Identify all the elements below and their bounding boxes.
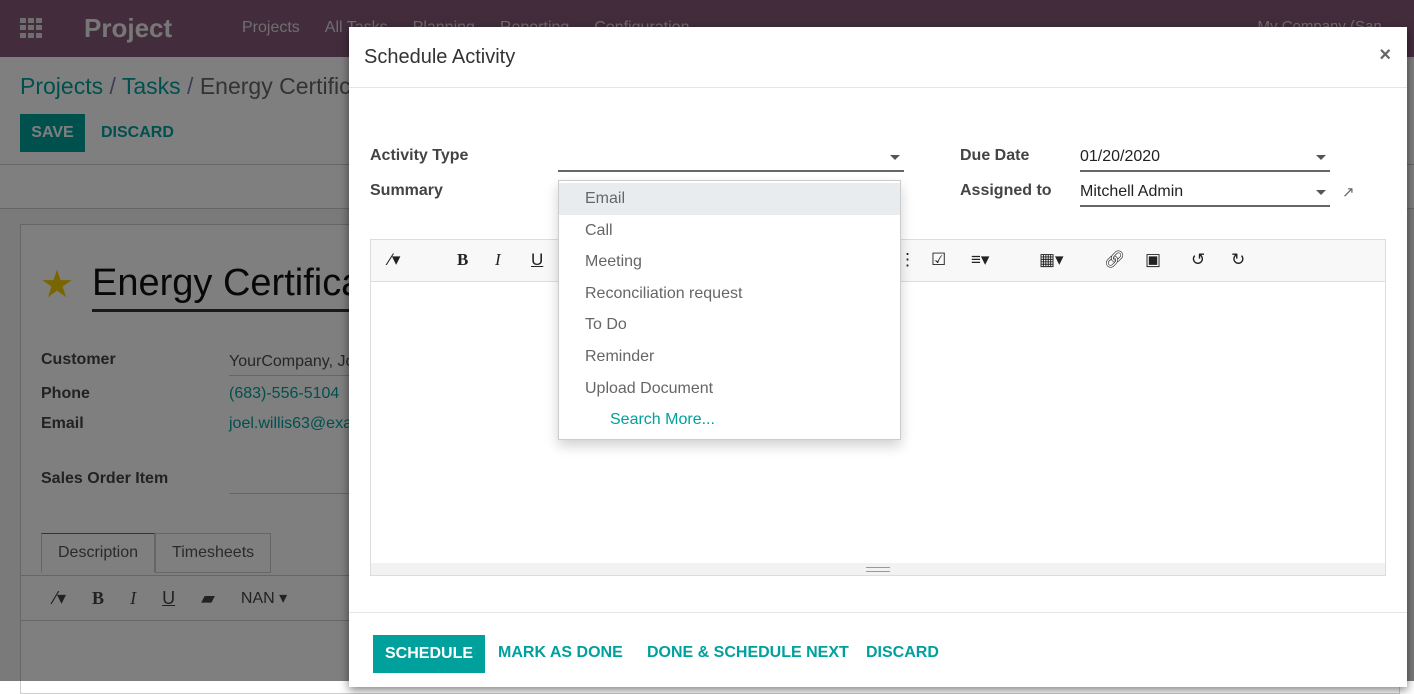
option-reminder[interactable]: Reminder [559, 341, 900, 373]
summary-label: Summary [370, 182, 443, 199]
option-email[interactable]: Email [559, 183, 900, 215]
redo-icon[interactable]: ↻ [1231, 250, 1245, 270]
align-icon[interactable]: ≡▾ [971, 250, 989, 270]
schedule-activity-dialog: Schedule Activity × Activity Type Summar… [349, 27, 1407, 687]
image-icon[interactable]: ▣ [1145, 250, 1161, 270]
dialog-title: Schedule Activity [349, 27, 1407, 88]
chevron-down-icon [1316, 190, 1326, 195]
dialog-footer: SCHEDULE MARK AS DONE DONE & SCHEDULE NE… [349, 612, 1407, 692]
assigned-to-label: Assigned to [960, 182, 1052, 199]
mark-as-done-button[interactable]: MARK AS DONE [498, 644, 623, 662]
link-icon[interactable]: 🔗︎ [1104, 250, 1126, 270]
underline-icon[interactable]: U [531, 250, 543, 270]
option-to-do[interactable]: To Do [559, 309, 900, 341]
assigned-to-select[interactable]: Mitchell Admin [1080, 181, 1330, 207]
checklist-icon[interactable]: ☑ [931, 250, 946, 270]
discard-dialog-button[interactable]: DISCARD [866, 644, 939, 662]
option-reconciliation-request[interactable]: Reconciliation request [559, 278, 900, 310]
resize-handle[interactable] [371, 563, 1385, 575]
external-link-icon[interactable]: ↗ [1342, 183, 1355, 201]
assigned-to-value: Mitchell Admin [1080, 183, 1184, 200]
table-icon[interactable]: ▦▾ [1039, 250, 1064, 270]
activity-type-dropdown: Email Call Meeting Reconciliation reques… [558, 180, 901, 440]
option-meeting[interactable]: Meeting [559, 246, 900, 278]
chevron-down-icon [1316, 155, 1326, 160]
option-call[interactable]: Call [559, 215, 900, 247]
option-upload-document[interactable]: Upload Document [559, 373, 900, 405]
magic-wand-icon[interactable]: ⁄▾ [389, 250, 400, 270]
italic-icon[interactable]: I [495, 250, 501, 270]
done-schedule-next-button[interactable]: DONE & SCHEDULE NEXT [647, 644, 849, 662]
activity-type-select[interactable] [558, 146, 904, 172]
undo-icon[interactable]: ↺ [1191, 250, 1205, 270]
due-date-field[interactable]: 01/20/2020 [1080, 146, 1330, 172]
list-icon[interactable]: ⋮ [899, 250, 916, 270]
activity-type-label: Activity Type [370, 147, 469, 164]
close-icon[interactable]: × [1379, 44, 1391, 67]
search-more-link[interactable]: Search More... [559, 404, 900, 436]
due-date-value: 01/20/2020 [1080, 148, 1161, 165]
chevron-down-icon [890, 155, 900, 160]
due-date-label: Due Date [960, 147, 1030, 164]
schedule-button[interactable]: SCHEDULE [373, 635, 486, 673]
bold-icon[interactable]: B [457, 250, 468, 270]
